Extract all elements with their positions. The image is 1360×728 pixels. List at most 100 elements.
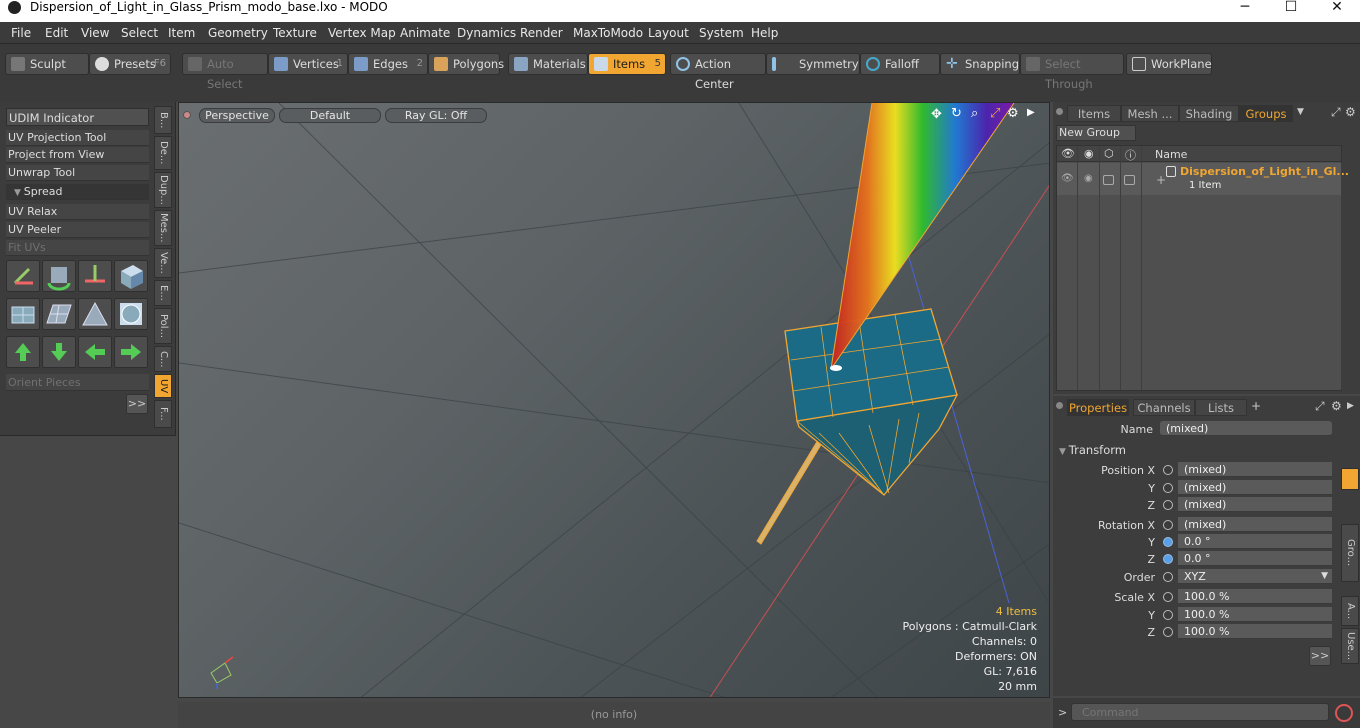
rotation-y-field[interactable]: 0.0 ° (1178, 534, 1332, 549)
snapping-button[interactable]: ✛ Snapping (940, 53, 1020, 75)
fit-uvs-button[interactable]: Fit UVs (6, 240, 149, 256)
scale-z-field[interactable]: 100.0 % (1178, 624, 1332, 639)
viewport-options-icon[interactable] (183, 111, 191, 119)
scale-x-field[interactable]: 100.0 % (1178, 589, 1332, 604)
auto-select-button[interactable]: Auto Select (182, 53, 268, 91)
materials-button[interactable]: Materials (508, 53, 588, 75)
orient-pieces-button[interactable]: Orient Pieces (6, 374, 149, 391)
symmetry-button[interactable]: Symmetry (766, 53, 860, 75)
action-center-button[interactable]: Action Center (670, 53, 766, 91)
scale-z-keyframe-dot[interactable] (1163, 627, 1173, 637)
uv-move-right-icon[interactable] (114, 336, 148, 368)
menu-system[interactable]: System (699, 26, 744, 40)
group-lock-checkbox[interactable] (1103, 175, 1114, 185)
vtab-user[interactable]: Use... (1341, 628, 1359, 664)
items-button[interactable]: Items 5 (588, 53, 666, 75)
menu-edit[interactable]: Edit (45, 26, 68, 40)
view-type-dropdown[interactable]: Perspective (199, 108, 275, 123)
uv-move-down-icon[interactable] (42, 336, 76, 368)
vtab-duplicate[interactable]: Dup... (154, 172, 172, 208)
position-y-keyframe-dot[interactable] (1163, 483, 1173, 493)
properties-gear-icon[interactable]: ⚙ (1331, 399, 1342, 413)
menu-file[interactable]: File (11, 26, 31, 40)
rotation-y-keyframe-dot[interactable] (1163, 537, 1173, 547)
panel-maximize-icon[interactable]: ⤢ (1331, 105, 1341, 120)
properties-maximize-icon[interactable]: ⤢ (1315, 399, 1325, 414)
vtab-vertex[interactable]: Ve... (154, 248, 172, 278)
workplane-button[interactable]: WorkPlane (1126, 53, 1212, 75)
zoom-icon[interactable]: ⌕ (971, 106, 978, 121)
uv-sphere-map-icon[interactable] (114, 298, 148, 330)
minimize-button[interactable]: ─ (1222, 0, 1268, 21)
uv-pyramid-icon[interactable] (78, 298, 112, 330)
3d-viewport[interactable]: Perspective Default Ray GL: Off ✥ ↻ ⌕ ⤢ … (178, 102, 1050, 698)
uv-move-tool-icon[interactable] (6, 260, 40, 292)
uv-transform-tool-icon[interactable] (114, 260, 148, 292)
position-z-keyframe-dot[interactable] (1163, 500, 1173, 510)
tab-mesh[interactable]: Mesh ... (1121, 105, 1179, 122)
rotation-z-keyframe-dot[interactable] (1163, 554, 1173, 564)
vtab-uv[interactable]: UV (154, 374, 172, 398)
uv-move-up-icon[interactable] (6, 336, 40, 368)
uv-scale-tool-icon[interactable] (78, 260, 112, 292)
properties-more-button[interactable]: >> (1309, 646, 1331, 666)
position-z-field[interactable]: (mixed) (1178, 497, 1332, 512)
rotation-z-field[interactable]: 0.0 ° (1178, 551, 1332, 566)
menu-help[interactable]: Help (751, 26, 778, 40)
vtab-curves[interactable]: C... (154, 346, 172, 372)
groups-panel-options-icon[interactable] (1056, 108, 1063, 115)
viewport-expand-icon[interactable]: ▶ (1027, 107, 1035, 118)
fit-view-icon[interactable]: ⤢ (990, 106, 1000, 121)
group-render-icon[interactable]: ◉ (1084, 173, 1093, 184)
shading-mode-dropdown[interactable]: Default (279, 108, 381, 123)
vtab-mesh-edit[interactable]: Mes... (154, 210, 172, 246)
position-x-field[interactable]: (mixed) (1178, 462, 1332, 477)
new-group-button[interactable]: New Group (1056, 125, 1136, 141)
pan-icon[interactable]: ✥ (931, 107, 942, 122)
scale-y-field[interactable]: 100.0 % (1178, 607, 1332, 622)
vtab-polygon[interactable]: Pol... (154, 308, 172, 344)
group-expand-icon[interactable]: + (1156, 173, 1166, 187)
position-x-keyframe-dot[interactable] (1163, 465, 1173, 475)
scale-x-keyframe-dot[interactable] (1163, 592, 1173, 602)
uv-peeler-button[interactable]: UV Peeler (6, 222, 149, 238)
vtab-edge[interactable]: E... (154, 280, 172, 306)
falloff-button[interactable]: Falloff (860, 53, 940, 75)
vtab-fusion[interactable]: F... (154, 400, 172, 428)
position-y-field[interactable]: (mixed) (1178, 480, 1332, 495)
unwrap-tool-button[interactable]: Unwrap Tool (6, 165, 149, 181)
menu-render[interactable]: Render (520, 26, 563, 40)
add-tab-button[interactable]: + (1251, 399, 1261, 413)
tab-shading[interactable]: Shading (1179, 105, 1239, 122)
left-panel-more-button[interactable]: >> (126, 394, 148, 414)
menu-vertex-map[interactable]: Vertex Map (328, 26, 396, 40)
select-through-button[interactable]: Select Through (1020, 53, 1124, 91)
record-macro-icon[interactable] (1335, 704, 1353, 722)
menu-item[interactable]: Item (168, 26, 195, 40)
menu-layout[interactable]: Layout (648, 26, 689, 40)
tab-properties[interactable]: Properties (1067, 399, 1129, 416)
vertices-button[interactable]: Vertices 1 (268, 53, 348, 75)
rotation-x-field[interactable]: (mixed) (1178, 517, 1332, 532)
vtab-groups[interactable]: Gro... (1341, 524, 1359, 582)
menu-maxtomodo[interactable]: MaxToModo (573, 26, 643, 40)
tab-channels[interactable]: Channels (1133, 399, 1195, 416)
maximize-button[interactable]: ☐ (1268, 0, 1314, 21)
close-button[interactable]: ✕ (1314, 0, 1360, 21)
panel-gear-icon[interactable]: ⚙ (1345, 105, 1356, 119)
vtab-deform[interactable]: De... (154, 136, 172, 170)
order-keyframe-dot[interactable] (1163, 572, 1173, 582)
tab-groups[interactable]: Groups (1239, 105, 1293, 122)
menu-animate[interactable]: Animate (400, 26, 450, 40)
tab-lists[interactable]: Lists (1195, 399, 1247, 416)
ray-gl-toggle[interactable]: Ray GL: Off (385, 108, 487, 123)
rotation-x-keyframe-dot[interactable] (1163, 520, 1173, 530)
group-select-checkbox[interactable] (1124, 175, 1135, 185)
vtab-basic[interactable]: B... (154, 106, 172, 134)
group-visibility-eye-icon[interactable]: 👁 (1061, 173, 1074, 184)
name-field[interactable]: (mixed) (1160, 421, 1332, 436)
presets-button[interactable]: Presets F6 (89, 53, 171, 75)
vtab-properties-active[interactable] (1341, 468, 1359, 490)
uv-cube-map-icon[interactable] (6, 298, 40, 330)
scale-y-keyframe-dot[interactable] (1163, 610, 1173, 620)
